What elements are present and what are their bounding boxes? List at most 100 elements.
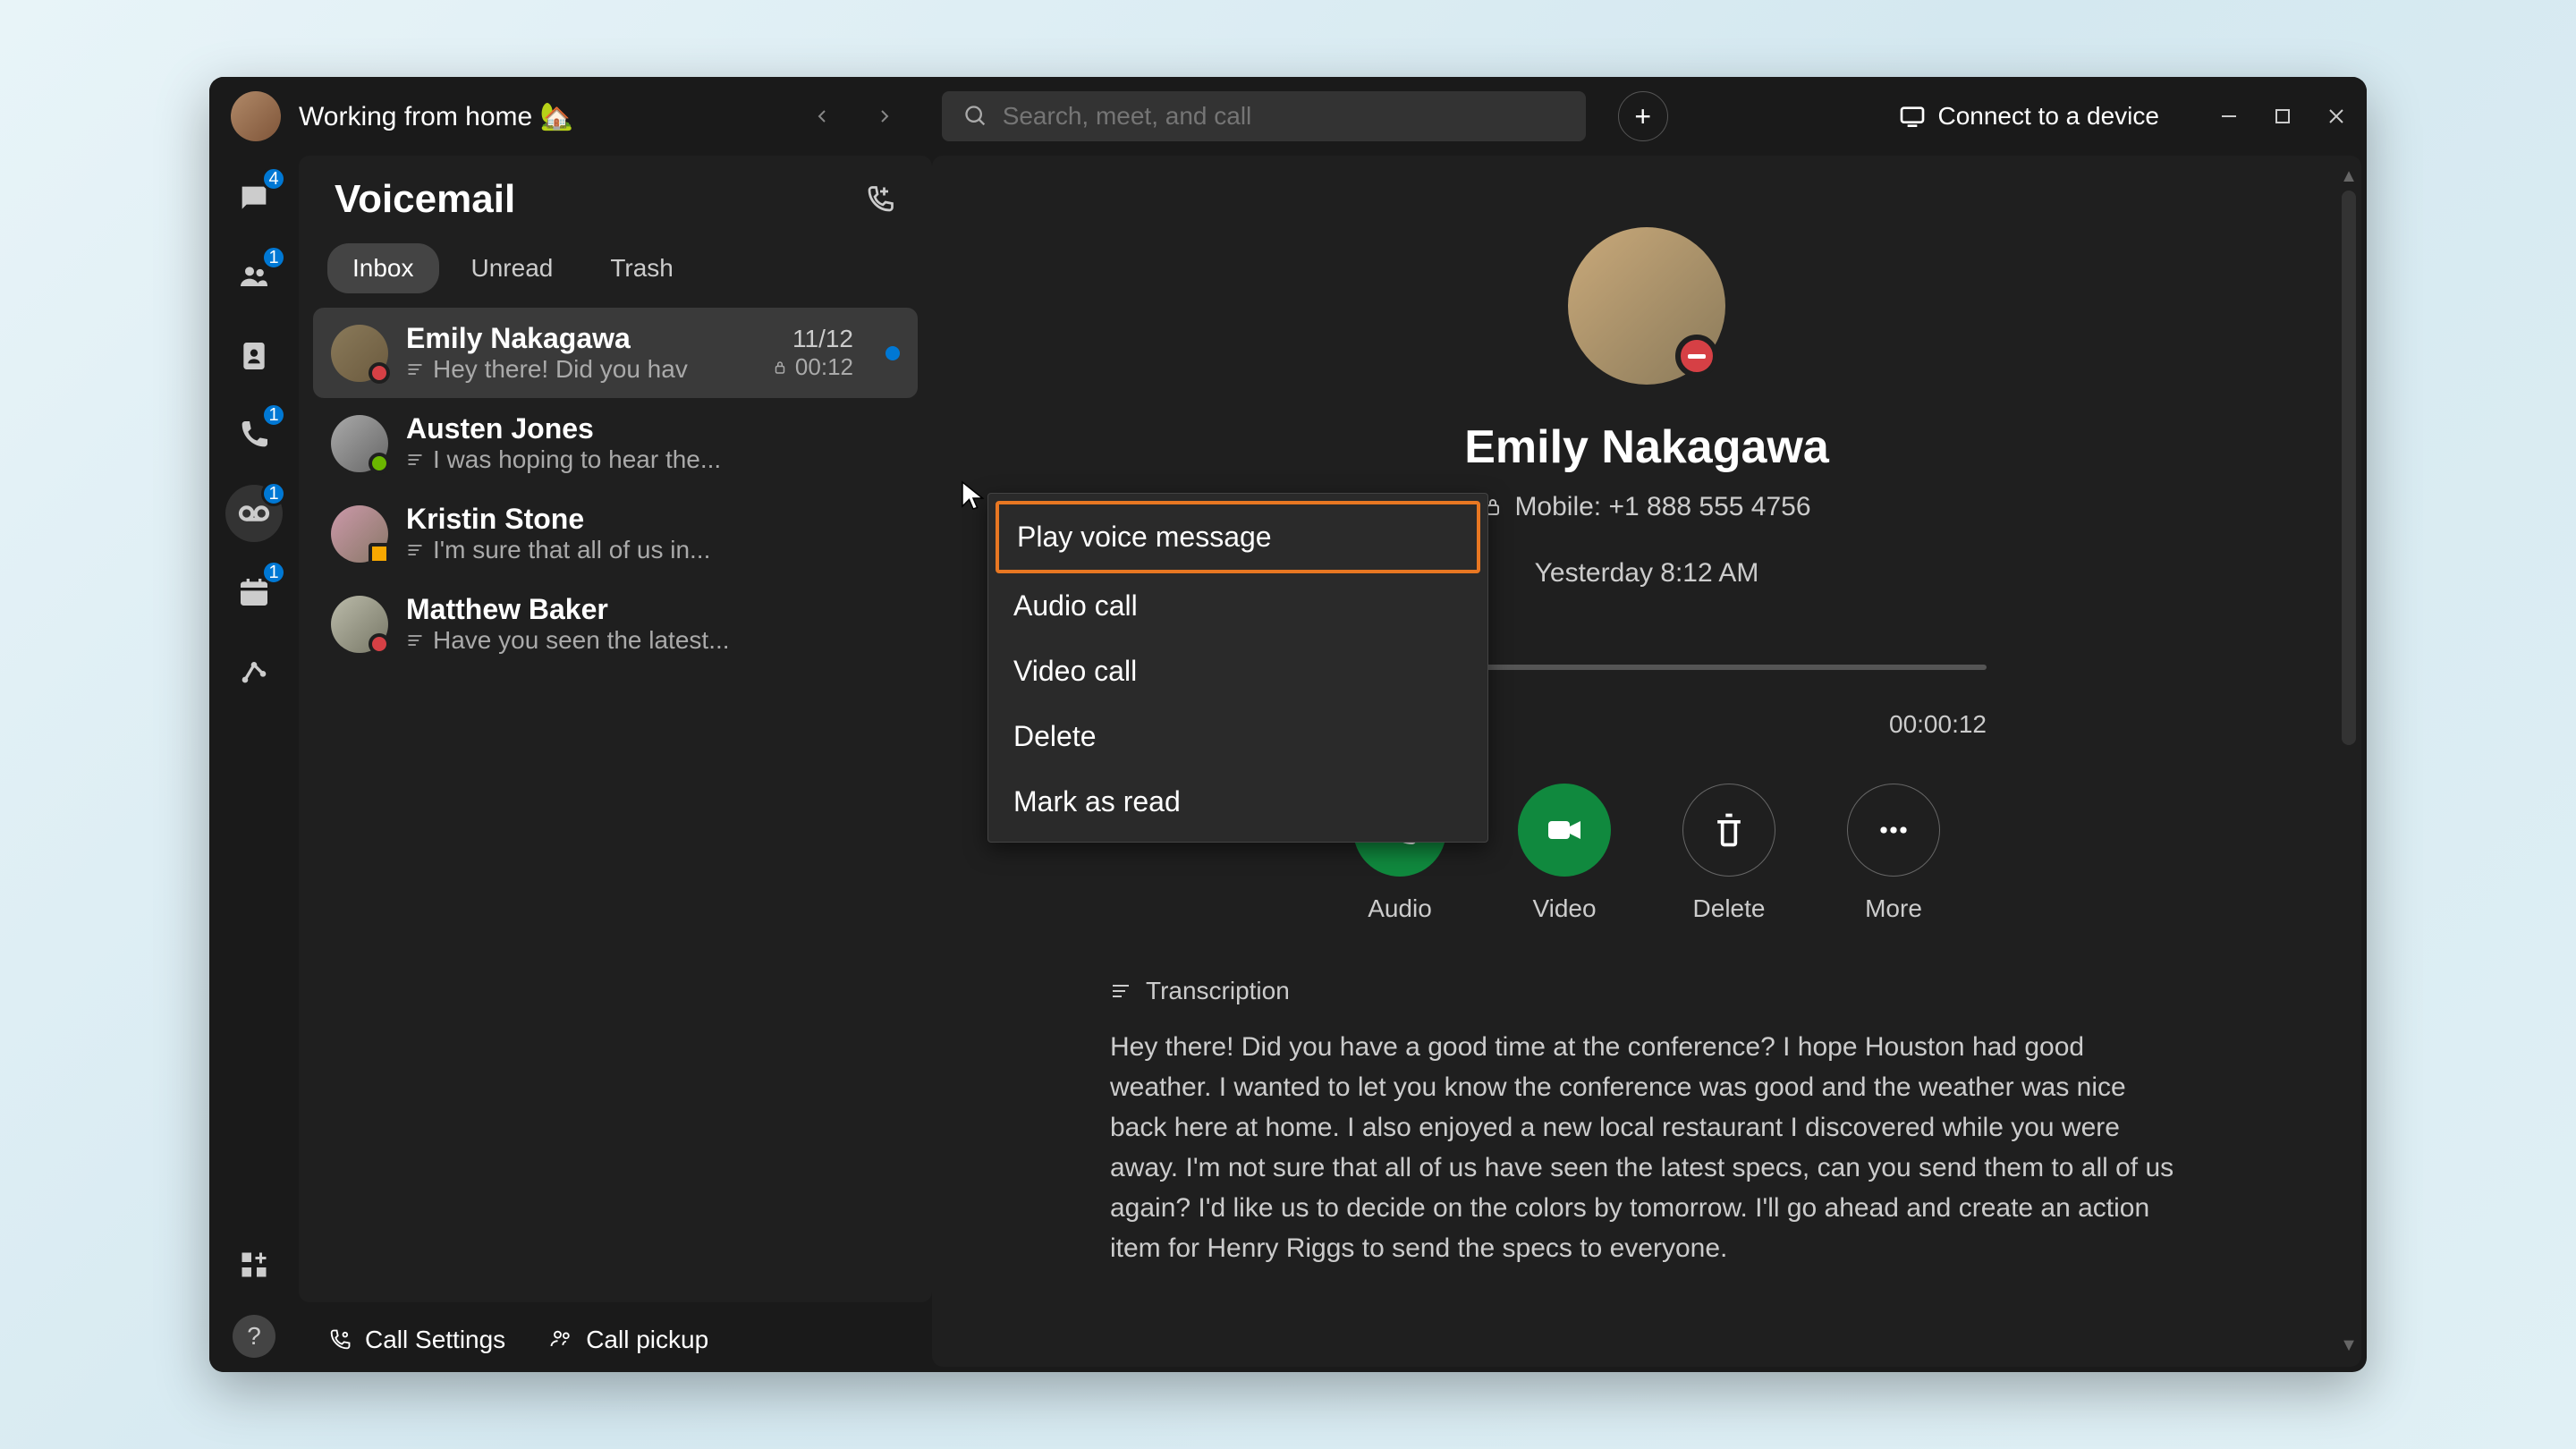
voicemail-content: Emily Nakagawa Hey there! Did you hav bbox=[406, 322, 754, 384]
menu-audio-call[interactable]: Audio call bbox=[996, 573, 1480, 639]
nav-voicemail[interactable]: 1 bbox=[225, 485, 283, 542]
avatar bbox=[331, 415, 388, 472]
back-button[interactable] bbox=[804, 98, 840, 134]
audio-label: Audio bbox=[1368, 894, 1432, 923]
connect-device[interactable]: Connect to a device bbox=[1898, 102, 2159, 131]
voicemail-list: Emily Nakagawa Hey there! Did you hav 11… bbox=[313, 308, 918, 1288]
search-bar[interactable] bbox=[942, 91, 1586, 141]
forward-button[interactable] bbox=[867, 98, 902, 134]
nav-chat[interactable]: 4 bbox=[225, 170, 283, 227]
calendar-badge: 1 bbox=[261, 560, 286, 585]
voicemail-timestamp: Yesterday 8:12 AM bbox=[1535, 558, 1759, 589]
scroll-down-button[interactable]: ▼ bbox=[2340, 1335, 2358, 1356]
action-video-col: Video bbox=[1518, 784, 1611, 923]
transcription-text: Hey there! Did you have a good time at t… bbox=[1110, 1027, 2183, 1268]
panel-header: Voicemail bbox=[313, 177, 918, 243]
nav-bottom: ? bbox=[225, 1236, 283, 1358]
presence-dnd-icon bbox=[1675, 335, 1718, 377]
transcript-icon bbox=[406, 360, 424, 378]
search-input[interactable] bbox=[1003, 102, 1564, 131]
voicemail-item[interactable]: Austen Jones I was hoping to hear the... bbox=[313, 398, 918, 488]
voicemail-item[interactable]: Emily Nakagawa Hey there! Did you hav 11… bbox=[313, 308, 918, 398]
tab-unread[interactable]: Unread bbox=[446, 243, 579, 293]
make-call-button[interactable] bbox=[864, 183, 896, 216]
voicemail-item[interactable]: Matthew Baker Have you seen the latest..… bbox=[313, 579, 918, 669]
maximize-button[interactable] bbox=[2274, 107, 2292, 125]
app-window: Working from home 🏡 + Connect to a devic… bbox=[209, 77, 2367, 1372]
voicemail-preview: I was hoping to hear the... bbox=[406, 445, 900, 474]
nav-activity[interactable] bbox=[225, 642, 283, 699]
unread-indicator bbox=[886, 346, 900, 360]
scroll-up-button[interactable]: ▲ bbox=[2340, 166, 2358, 187]
call-pickup-icon bbox=[548, 1327, 573, 1352]
video-label: Video bbox=[1532, 894, 1596, 923]
menu-play-voice-message[interactable]: Play voice message bbox=[996, 501, 1480, 573]
video-call-button[interactable] bbox=[1518, 784, 1611, 877]
calls-badge: 1 bbox=[261, 402, 286, 428]
menu-video-call[interactable]: Video call bbox=[996, 639, 1480, 704]
contact-avatar[interactable] bbox=[1568, 227, 1725, 385]
more-button[interactable] bbox=[1847, 784, 1940, 877]
voicemail-name: Kristin Stone bbox=[406, 503, 900, 536]
window-controls bbox=[2220, 107, 2345, 125]
panel-title: Voicemail bbox=[335, 177, 515, 222]
action-more-col: More bbox=[1847, 784, 1940, 923]
more-label: More bbox=[1865, 894, 1922, 923]
voicemail-name: Matthew Baker bbox=[406, 593, 900, 626]
voicemail-preview: Hey there! Did you hav bbox=[406, 355, 754, 384]
voicemail-list-panel: Voicemail Inbox Unread Trash bbox=[299, 156, 932, 1302]
voicemail-badge: 1 bbox=[261, 481, 286, 506]
menu-delete[interactable]: Delete bbox=[996, 704, 1480, 769]
voicemail-meta: 11/12 00:12 bbox=[772, 325, 853, 381]
new-button[interactable]: + bbox=[1618, 91, 1668, 141]
transcript-icon bbox=[406, 451, 424, 469]
teams-badge: 1 bbox=[261, 245, 286, 270]
delete-label: Delete bbox=[1693, 894, 1766, 923]
transcription-section: Transcription Hey there! Did you have a … bbox=[1110, 977, 2183, 1268]
tab-inbox[interactable]: Inbox bbox=[327, 243, 439, 293]
nav-arrows bbox=[804, 98, 902, 134]
voicemail-content: Austen Jones I was hoping to hear the... bbox=[406, 412, 900, 474]
call-pickup-link[interactable]: Call pickup bbox=[548, 1326, 708, 1354]
voicemail-item[interactable]: Kristin Stone I'm sure that all of us in… bbox=[313, 488, 918, 579]
total-time: 00:00:12 bbox=[1889, 710, 1987, 739]
user-status[interactable]: Working from home 🏡 bbox=[299, 101, 573, 132]
nav-help[interactable]: ? bbox=[233, 1315, 275, 1358]
minimize-button[interactable] bbox=[2220, 107, 2238, 125]
call-settings-label: Call Settings bbox=[365, 1326, 505, 1354]
voicemail-name: Austen Jones bbox=[406, 412, 900, 445]
titlebar: Working from home 🏡 + Connect to a devic… bbox=[209, 77, 2367, 156]
avatar bbox=[331, 505, 388, 563]
nav-calendar[interactable]: 1 bbox=[225, 564, 283, 621]
nav-contacts[interactable] bbox=[225, 327, 283, 385]
bottom-bar: Call Settings Call pickup bbox=[299, 1308, 932, 1372]
user-avatar[interactable] bbox=[231, 91, 281, 141]
voicemail-duration: 00:12 bbox=[772, 353, 853, 381]
scroll-track[interactable] bbox=[2342, 191, 2356, 745]
delete-button[interactable] bbox=[1682, 784, 1775, 877]
device-icon bbox=[1898, 102, 1927, 131]
avatar bbox=[331, 596, 388, 653]
scrollbar[interactable]: ▲ ▼ bbox=[2340, 166, 2358, 1356]
presence-away-icon bbox=[369, 543, 390, 564]
action-delete-col: Delete bbox=[1682, 784, 1775, 923]
nav-apps[interactable] bbox=[225, 1236, 283, 1293]
call-settings-link[interactable]: Call Settings bbox=[327, 1326, 505, 1354]
voicemail-preview: Have you seen the latest... bbox=[406, 626, 900, 655]
nav-calls[interactable]: 1 bbox=[225, 406, 283, 463]
voicemail-content: Kristin Stone I'm sure that all of us in… bbox=[406, 503, 900, 564]
transcription-header: Transcription bbox=[1110, 977, 2183, 1005]
menu-mark-as-read[interactable]: Mark as read bbox=[996, 769, 1480, 835]
contact-phone: Mobile: +1 888 555 4756 bbox=[1482, 492, 1810, 522]
search-icon bbox=[963, 104, 988, 129]
settings-call-icon bbox=[327, 1327, 352, 1352]
presence-dnd-icon bbox=[369, 362, 390, 384]
voicemail-preview: I'm sure that all of us in... bbox=[406, 536, 900, 564]
lock-icon bbox=[772, 360, 788, 376]
close-button[interactable] bbox=[2327, 107, 2345, 125]
transcription-label: Transcription bbox=[1146, 977, 1290, 1005]
contact-name: Emily Nakagawa bbox=[1464, 420, 1829, 474]
avatar bbox=[331, 325, 388, 382]
nav-teams[interactable]: 1 bbox=[225, 249, 283, 306]
tab-trash[interactable]: Trash bbox=[585, 243, 699, 293]
